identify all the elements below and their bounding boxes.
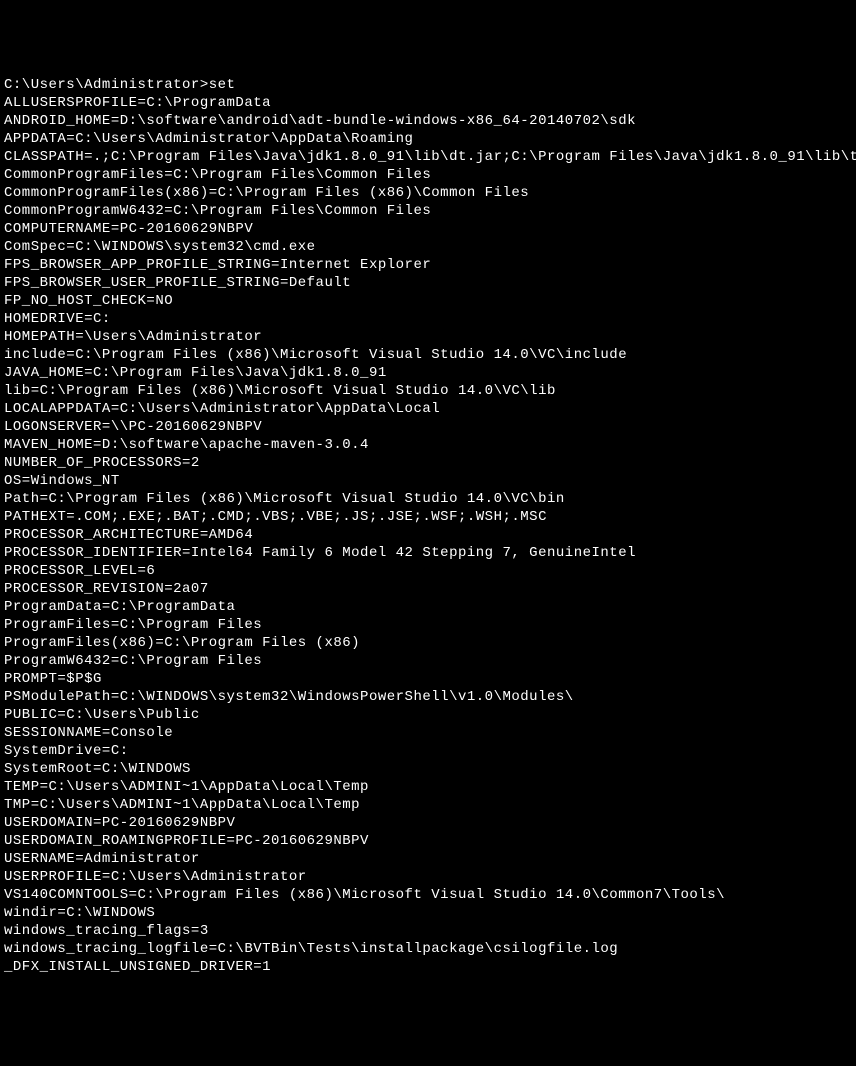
env-var-line: PROCESSOR_ARCHITECTURE=AMD64 <box>4 526 852 544</box>
env-var-line: include=C:\Program Files (x86)\Microsoft… <box>4 346 852 364</box>
env-var-line: HOMEPATH=\Users\Administrator <box>4 328 852 346</box>
env-var-line: FPS_BROWSER_USER_PROFILE_STRING=Default <box>4 274 852 292</box>
env-var-line: ALLUSERSPROFILE=C:\ProgramData <box>4 94 852 112</box>
env-var-line: USERDOMAIN_ROAMINGPROFILE=PC-20160629NBP… <box>4 832 852 850</box>
env-var-line: FPS_BROWSER_APP_PROFILE_STRING=Internet … <box>4 256 852 274</box>
env-var-line: CommonProgramFiles=C:\Program Files\Comm… <box>4 166 852 184</box>
env-var-line: ComSpec=C:\WINDOWS\system32\cmd.exe <box>4 238 852 256</box>
command: set <box>209 77 236 93</box>
env-var-line: COMPUTERNAME=PC-20160629NBPV <box>4 220 852 238</box>
env-var-line: PATHEXT=.COM;.EXE;.BAT;.CMD;.VBS;.VBE;.J… <box>4 508 852 526</box>
env-var-line: PUBLIC=C:\Users\Public <box>4 706 852 724</box>
env-var-line: PSModulePath=C:\WINDOWS\system32\Windows… <box>4 688 852 706</box>
env-var-line: lib=C:\Program Files (x86)\Microsoft Vis… <box>4 382 852 400</box>
command-prompt-line: C:\Users\Administrator>set <box>4 76 852 94</box>
prompt: C:\Users\Administrator> <box>4 77 209 93</box>
env-var-line: ProgramFiles=C:\Program Files <box>4 616 852 634</box>
env-var-line: PROCESSOR_REVISION=2a07 <box>4 580 852 598</box>
env-var-line: PROCESSOR_IDENTIFIER=Intel64 Family 6 Mo… <box>4 544 852 562</box>
env-var-line: CommonProgramW6432=C:\Program Files\Comm… <box>4 202 852 220</box>
env-var-line: PROMPT=$P$G <box>4 670 852 688</box>
env-var-line: HOMEDRIVE=C: <box>4 310 852 328</box>
terminal-output[interactable]: C:\Users\Administrator>setALLUSERSPROFIL… <box>4 76 852 976</box>
env-var-line: LOCALAPPDATA=C:\Users\Administrator\AppD… <box>4 400 852 418</box>
env-var-line: Path=C:\Program Files (x86)\Microsoft Vi… <box>4 490 852 508</box>
env-var-line: TMP=C:\Users\ADMINI~1\AppData\Local\Temp <box>4 796 852 814</box>
env-var-line: ProgramW6432=C:\Program Files <box>4 652 852 670</box>
env-var-line: USERNAME=Administrator <box>4 850 852 868</box>
env-var-line: _DFX_INSTALL_UNSIGNED_DRIVER=1 <box>4 958 852 976</box>
env-var-line: USERDOMAIN=PC-20160629NBPV <box>4 814 852 832</box>
env-var-line: TEMP=C:\Users\ADMINI~1\AppData\Local\Tem… <box>4 778 852 796</box>
env-var-line: FP_NO_HOST_CHECK=NO <box>4 292 852 310</box>
env-var-line: SystemRoot=C:\WINDOWS <box>4 760 852 778</box>
env-var-line: APPDATA=C:\Users\Administrator\AppData\R… <box>4 130 852 148</box>
env-var-line: VS140COMNTOOLS=C:\Program Files (x86)\Mi… <box>4 886 852 904</box>
env-var-line: ProgramData=C:\ProgramData <box>4 598 852 616</box>
env-var-line: windir=C:\WINDOWS <box>4 904 852 922</box>
env-var-line: SystemDrive=C: <box>4 742 852 760</box>
env-var-line: SESSIONNAME=Console <box>4 724 852 742</box>
env-var-line: JAVA_HOME=C:\Program Files\Java\jdk1.8.0… <box>4 364 852 382</box>
env-var-line: OS=Windows_NT <box>4 472 852 490</box>
env-var-line: USERPROFILE=C:\Users\Administrator <box>4 868 852 886</box>
env-var-line: ANDROID_HOME=D:\software\android\adt-bun… <box>4 112 852 130</box>
env-var-line: ProgramFiles(x86)=C:\Program Files (x86) <box>4 634 852 652</box>
env-var-line: MAVEN_HOME=D:\software\apache-maven-3.0.… <box>4 436 852 454</box>
env-var-line: CommonProgramFiles(x86)=C:\Program Files… <box>4 184 852 202</box>
env-var-line: NUMBER_OF_PROCESSORS=2 <box>4 454 852 472</box>
env-var-line: windows_tracing_flags=3 <box>4 922 852 940</box>
env-var-line: windows_tracing_logfile=C:\BVTBin\Tests\… <box>4 940 852 958</box>
env-var-line: PROCESSOR_LEVEL=6 <box>4 562 852 580</box>
env-var-line: CLASSPATH=.;C:\Program Files\Java\jdk1.8… <box>4 148 852 166</box>
env-var-line: LOGONSERVER=\\PC-20160629NBPV <box>4 418 852 436</box>
